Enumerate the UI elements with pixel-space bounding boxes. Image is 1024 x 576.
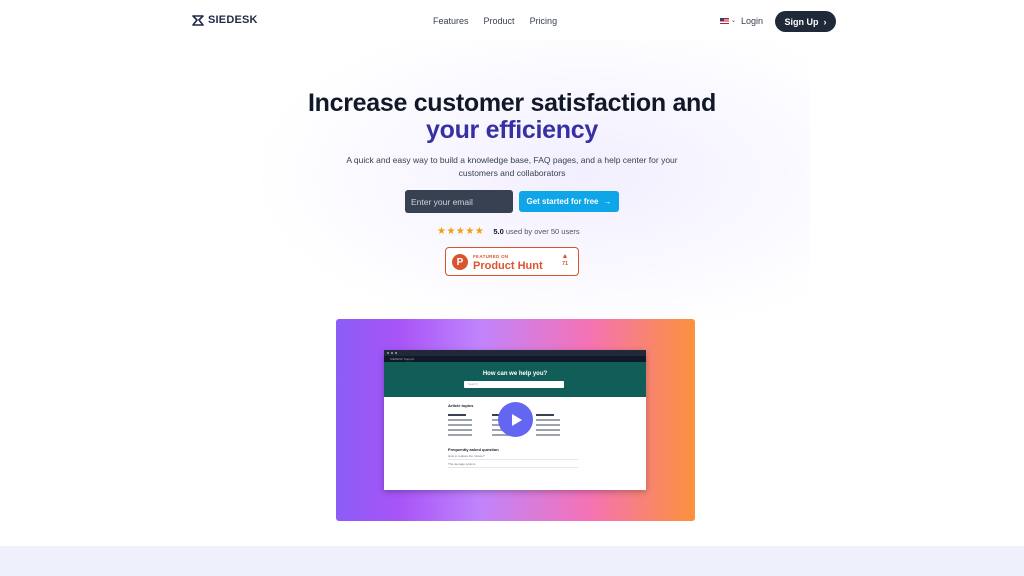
faq-row: How to replace the minute? [448, 452, 578, 460]
top-nav: SIEDESK Features Product Pricing ⌄ Login… [0, 0, 1024, 42]
topic-column [448, 411, 478, 439]
get-started-button[interactable]: Get started for free → [519, 191, 619, 212]
headline-line-1: Increase customer satisfaction and [307, 89, 716, 117]
language-selector[interactable]: ⌄ [720, 17, 736, 24]
chevron-right-icon: › [823, 16, 827, 27]
hero-background-glow [250, 40, 810, 340]
us-flag-icon [720, 17, 729, 24]
brand-name: SIEDESK [208, 14, 258, 26]
help-center-search: Search [464, 381, 564, 388]
rating: ★★★★★ 5.0 used by over 50 users [437, 226, 580, 237]
nav-link-product[interactable]: Product [484, 16, 515, 26]
hero-subtitle: A quick and easy way to build a knowledg… [346, 155, 678, 178]
article-topics [448, 411, 646, 439]
hero-headline: Increase customer satisfaction and your … [0, 90, 1024, 144]
nav-link-features[interactable]: Features [433, 16, 469, 26]
play-button[interactable] [498, 402, 533, 437]
main-nav: Features Product Pricing [433, 16, 557, 26]
rating-text: 5.0 used by over 50 users [493, 227, 579, 236]
headline-line-2: your efficiency [426, 116, 598, 144]
rating-score: 5.0 [493, 227, 504, 236]
product-hunt-featured-label: FEATURED ON [473, 254, 509, 259]
faq-row: The average options [448, 460, 578, 468]
article-topics-heading: Article topics [448, 403, 474, 408]
brand-logo[interactable]: SIEDESK [192, 14, 258, 26]
product-hunt-logo-icon: P [452, 254, 468, 270]
get-started-label: Get started for free [526, 197, 599, 206]
play-icon [512, 413, 522, 426]
upvote-count: 71 [561, 261, 569, 267]
help-center-heading: How can we help you? [482, 371, 548, 377]
product-hunt-badge[interactable]: P FEATURED ON Product Hunt ▲ 71 [445, 247, 579, 276]
next-section-band [0, 546, 1024, 576]
rating-description: used by over 50 users [505, 227, 580, 236]
star-icons: ★★★★★ [437, 226, 485, 237]
topic-column [536, 411, 566, 439]
help-center-hero: How can we help you? Search [384, 362, 646, 397]
demo-video-card[interactable]: SIEDESK Support How can we help you? Sea… [336, 319, 695, 521]
nav-link-pricing[interactable]: Pricing [530, 16, 558, 26]
chevron-down-icon: ⌄ [731, 18, 737, 24]
arrow-right-icon: → [603, 197, 612, 206]
signup-label: Sign Up [784, 16, 819, 27]
login-link[interactable]: Login [741, 16, 763, 26]
upvote-triangle-icon: ▲ [561, 253, 569, 260]
product-hunt-name: Product Hunt [473, 260, 543, 272]
product-hunt-upvotes: ▲ 71 [559, 253, 571, 267]
siedesk-logo-icon [192, 14, 204, 26]
signup-button[interactable]: Sign Up › [775, 11, 836, 32]
email-input[interactable] [405, 190, 513, 213]
